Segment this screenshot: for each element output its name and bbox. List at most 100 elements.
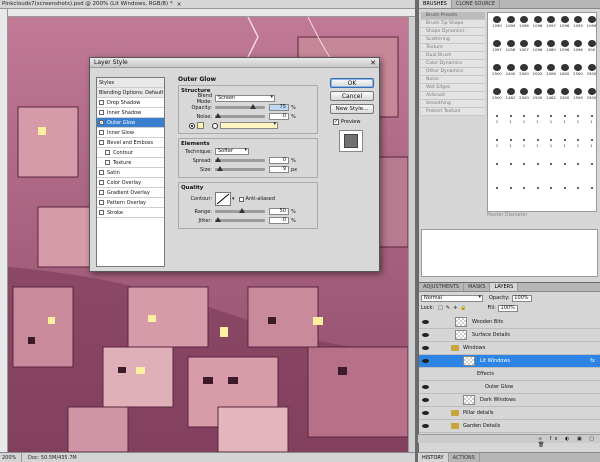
effect-checkbox[interactable] — [105, 160, 110, 165]
brush-tip[interactable]: 1 — [517, 111, 531, 125]
brush-tip[interactable]: 2500 — [517, 87, 531, 101]
brush-option-item[interactable]: Shape Dynamics — [421, 28, 485, 36]
effect-item[interactable]: Gradient Overlay — [97, 188, 164, 198]
tab-history[interactable]: HISTORY — [418, 453, 449, 462]
anti-aliased-checkbox[interactable] — [238, 196, 244, 202]
layer-row[interactable]: Outer Glow — [419, 381, 600, 394]
layer-row[interactable]: Dark Windows — [419, 394, 600, 407]
effect-checkbox[interactable] — [99, 200, 104, 205]
brush-tip[interactable]: 1097 — [544, 15, 558, 29]
brush-tip[interactable] — [544, 159, 558, 173]
document-tab[interactable]: Pinkclouds7(screenshots).psd @ 200% (Lit… — [0, 0, 415, 9]
effect-checkbox[interactable] — [99, 130, 104, 135]
range-input[interactable]: 50 — [269, 208, 289, 215]
spread-slider-knob[interactable] — [215, 157, 221, 162]
brush-tip[interactable]: 1096 — [531, 39, 545, 53]
jitter-slider-knob[interactable] — [215, 217, 221, 222]
size-slider[interactable] — [215, 166, 265, 171]
brush-tip[interactable]: 1 — [571, 111, 585, 125]
brush-tip[interactable]: 1080 — [544, 39, 558, 53]
noise-slider[interactable] — [215, 113, 265, 118]
brush-tip[interactable] — [571, 183, 585, 197]
opacity-input[interactable]: 75 — [269, 104, 289, 111]
brush-tip[interactable] — [585, 159, 597, 173]
gradient-picker[interactable] — [220, 122, 278, 129]
brush-tip[interactable] — [504, 183, 518, 197]
brush-tip[interactable] — [517, 159, 531, 173]
brush-tip[interactable]: 1096 — [558, 39, 572, 53]
brush-tip[interactable]: 2500 — [571, 63, 585, 77]
brush-tip[interactable]: 500 — [585, 39, 597, 53]
technique-select[interactable]: Softer — [215, 148, 249, 155]
close-tab-icon[interactable]: × — [177, 1, 182, 8]
size-input[interactable]: 9 — [269, 166, 289, 173]
jitter-input[interactable]: 0 — [269, 217, 289, 224]
tab-masks[interactable]: MASKS — [464, 283, 491, 291]
layer-row[interactable]: Pillar details — [419, 407, 600, 420]
close-icon[interactable]: ✕ — [370, 59, 376, 67]
fill-input[interactable]: 100% — [497, 304, 518, 312]
layer-row[interactable]: Surface Details — [419, 329, 600, 342]
brush-tip[interactable]: 1095 — [571, 15, 585, 29]
layer-thumbnail[interactable] — [463, 356, 475, 366]
brush-tip[interactable]: 1096 — [571, 39, 585, 53]
effect-checkbox[interactable]: ✓ — [99, 120, 104, 125]
brush-tip[interactable] — [531, 159, 545, 173]
opacity-slider-knob[interactable] — [250, 104, 257, 109]
spread-slider[interactable] — [215, 157, 265, 162]
brush-tip[interactable] — [490, 183, 504, 197]
brush-tip[interactable]: 1056 — [504, 39, 518, 53]
lock-icons[interactable]: □✎✛🔒 — [438, 305, 469, 311]
eye-icon[interactable] — [422, 411, 429, 415]
new-style-button[interactable]: New Style... — [330, 104, 374, 114]
brush-tip[interactable]: 1462 — [504, 87, 518, 101]
tab-adjustments[interactable]: ADJUSTMENTS — [419, 283, 465, 291]
layer-row[interactable]: Effects — [419, 368, 600, 381]
effect-checkbox[interactable] — [99, 100, 104, 105]
eye-icon[interactable] — [422, 359, 429, 363]
eye-icon[interactable] — [422, 333, 429, 337]
brush-option-item[interactable]: Texture — [421, 44, 485, 52]
brush-tip[interactable]: 1096 — [517, 15, 531, 29]
eye-icon[interactable] — [422, 320, 429, 324]
opacity-slider[interactable] — [215, 104, 265, 109]
layer-action-icons[interactable]: ∞ fx ◐ ▣ ▢ 🗑 — [538, 436, 600, 448]
brush-tip-grid[interactable]: 1090 1099 1096 1098 1097 1096 1095 1099 1097 1056… — [487, 12, 597, 212]
layer-thumbnail[interactable] — [463, 395, 475, 405]
brush-option-item[interactable]: Scattering — [421, 36, 485, 44]
range-slider-knob[interactable] — [238, 208, 245, 213]
brush-tip[interactable]: 1097 — [490, 39, 504, 53]
spread-input[interactable]: 0 — [269, 157, 289, 164]
effect-item[interactable]: Texture — [97, 158, 164, 168]
brush-tip[interactable]: 1600 — [558, 63, 572, 77]
eye-icon[interactable] — [422, 385, 429, 389]
brush-tip[interactable]: 2400 — [504, 63, 518, 77]
styles-header[interactable]: Styles — [97, 78, 164, 88]
brush-tip[interactable] — [504, 159, 518, 173]
brush-tip[interactable]: 2500 — [558, 87, 572, 101]
brush-tip[interactable] — [571, 159, 585, 173]
brush-tip[interactable]: 1 — [585, 135, 597, 149]
effect-checkbox[interactable] — [99, 140, 104, 145]
effect-item[interactable]: Stroke — [97, 208, 164, 218]
layer-row[interactable]: Windows — [419, 342, 600, 355]
brush-tip[interactable] — [531, 183, 545, 197]
brush-tip[interactable]: 1099 — [504, 15, 518, 29]
canvas-vertical-scrollbar[interactable] — [408, 17, 415, 452]
brush-option-item[interactable]: Color Dynamics — [421, 60, 485, 68]
effect-checkbox[interactable] — [105, 150, 110, 155]
blending-options[interactable]: Blending Options: Default — [97, 88, 164, 98]
size-slider-knob[interactable] — [216, 166, 223, 171]
brush-tip[interactable]: 2500 — [585, 63, 596, 77]
brush-tip[interactable] — [558, 183, 572, 197]
layer-opacity-input[interactable]: 100% — [511, 294, 532, 302]
brush-option-item[interactable]: Noise — [421, 76, 485, 84]
zoom-level[interactable]: 200% — [0, 453, 22, 462]
effect-item[interactable]: Inner Glow — [97, 128, 164, 138]
fx-icon[interactable]: fx — [590, 358, 595, 364]
effect-item[interactable]: ✓ Outer Glow — [97, 118, 164, 128]
eye-icon[interactable] — [422, 424, 429, 428]
brush-tip[interactable] — [585, 183, 597, 197]
brush-tip[interactable] — [544, 183, 558, 197]
brush-tip[interactable]: 1096 — [558, 15, 572, 29]
